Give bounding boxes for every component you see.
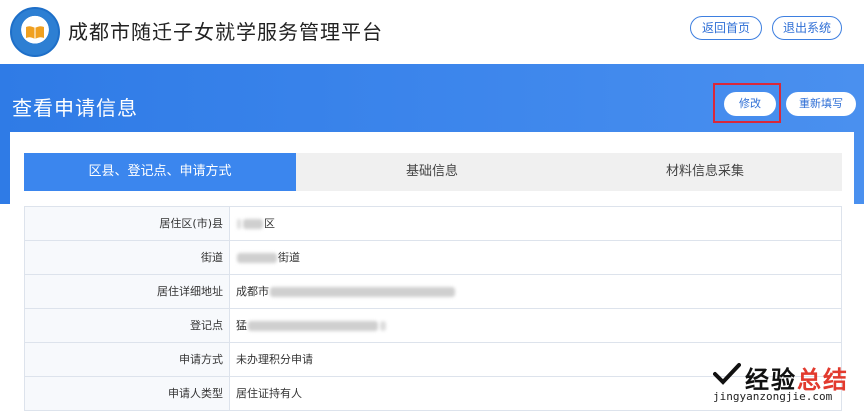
tab-district-registration-method[interactable]: 区县、登记点、申请方式 (24, 153, 296, 191)
tab-material-collection[interactable]: 材料信息采集 (568, 153, 842, 191)
site-title: 成都市随迁子女就学服务管理平台 (68, 20, 383, 44)
table-row: 登记点 猛 (24, 309, 842, 343)
value-suffix: 街道 (278, 251, 300, 264)
table-row: 街道 街道 (24, 241, 842, 275)
row-label: 登记点 (25, 309, 230, 342)
row-value: 猛 (236, 309, 387, 342)
checkmark-icon (713, 363, 741, 385)
row-label: 申请方式 (25, 343, 230, 376)
row-value: 街道 (236, 241, 300, 274)
refill-button[interactable]: 重新填写 (786, 92, 856, 116)
top-header: 成都市随迁子女就学服务管理平台 返回首页 退出系统 (0, 0, 864, 64)
school-logo-icon (10, 7, 60, 57)
table-row: 居住详细地址 成都市 (24, 275, 842, 309)
value-prefix: 猛 (236, 319, 247, 332)
edit-button[interactable]: 修改 (724, 92, 776, 116)
row-label: 申请人类型 (25, 377, 230, 410)
row-value: 成都市 (236, 275, 456, 308)
page-title: 查看申请信息 (12, 96, 138, 120)
row-label: 居住详细地址 (25, 275, 230, 308)
watermark: 经验总结 jingyanzongjie.com (705, 356, 860, 406)
row-label: 居住区(市)县 (25, 207, 230, 240)
exit-system-button[interactable]: 退出系统 (772, 16, 842, 40)
watermark-url: jingyanzongjie.com (713, 390, 833, 403)
book-icon (26, 26, 44, 39)
tab-basic-info[interactable]: 基础信息 (296, 153, 568, 191)
row-value: 居住证持有人 (236, 387, 302, 400)
row-value: 区 (236, 207, 275, 240)
value-prefix: 成都市 (236, 285, 269, 298)
return-home-button[interactable]: 返回首页 (690, 16, 762, 40)
row-label: 街道 (25, 241, 230, 274)
value-suffix: 区 (264, 217, 275, 230)
row-value: 未办理积分申请 (236, 353, 313, 366)
table-row: 居住区(市)县 区 (24, 207, 842, 241)
tab-bar: 区县、登记点、申请方式 基础信息 材料信息采集 (24, 153, 842, 191)
